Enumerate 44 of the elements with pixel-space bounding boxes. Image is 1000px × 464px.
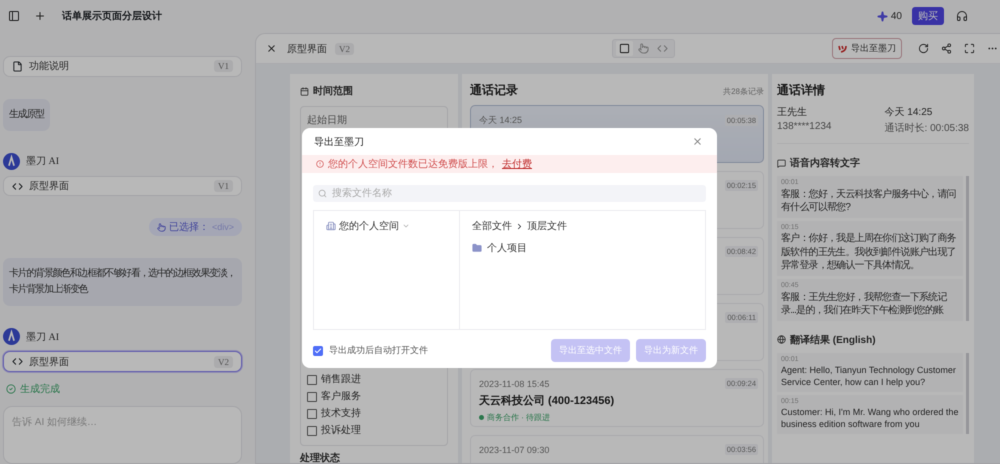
user-message: 生成原型 bbox=[3, 98, 50, 131]
preview-title: 原型界面 bbox=[287, 42, 327, 56]
message-text: 客户：你好，我是上周在你们这订购了商务版软件的王先生。我收到邮件说账户出现了异常登录，想确认一下具体情况。 bbox=[781, 232, 957, 273]
artifact-title: 原型界面 bbox=[29, 180, 70, 193]
call-time: 今天 14:25 bbox=[479, 114, 522, 127]
version-tag: V2 bbox=[214, 356, 233, 368]
checkbox-label: 投诉处理 bbox=[321, 425, 361, 437]
record-count: 共28条记录 bbox=[723, 86, 764, 97]
ai-name: 墨刀 AI bbox=[26, 330, 60, 344]
version-tag: V1 bbox=[214, 60, 233, 72]
checkbox-label: 销售跟进 bbox=[321, 374, 361, 386]
artifact-title: 功能说明 bbox=[29, 60, 70, 74]
user-message: 卡片的背景颜色和边框都不够好看，选中的边框效果变淡，卡片背景加上渐变色 bbox=[3, 258, 242, 306]
artifact-title: 原型界面 bbox=[29, 356, 70, 369]
status-text: 生成完成 bbox=[20, 382, 60, 396]
call-time: 今天 14:25 bbox=[884, 106, 934, 119]
call-tag: 商务合作 · 待跟进 bbox=[487, 412, 550, 423]
message-text: 客服：您好，天云科技客户服务中心，请问有什么可以帮您? bbox=[781, 188, 957, 215]
section-title: 翻译结果 (English) bbox=[790, 334, 876, 347]
section-title: 语音内容转文字 bbox=[790, 156, 860, 170]
start-date-label: 起始日期 bbox=[307, 114, 348, 127]
ai-name: 墨刀 AI bbox=[26, 155, 60, 168]
list-title: 通话记录 bbox=[470, 82, 518, 99]
caller-phone: 138****1234 bbox=[777, 121, 832, 132]
alert-banner: 您的个人空间文件数已达免费版上限， 去付费 bbox=[302, 155, 717, 173]
version-tag: V2 bbox=[335, 42, 354, 54]
dialog-title: 导出至墨刀 bbox=[314, 136, 364, 148]
checkbox-label: 客户服务 bbox=[321, 391, 361, 403]
checkbox-label: 技术支持 bbox=[321, 408, 361, 420]
call-time: 2023-11-07 09:30 bbox=[479, 444, 550, 454]
message-text: Agent: Hello, Tianyun Technology Customer Service Center, how can I help you? bbox=[781, 364, 957, 389]
message-text: Customer: Hi, I'm Mr. Wang who ordered the business edition software from you bbox=[781, 406, 959, 430]
filter-title: 时间范围 bbox=[313, 84, 353, 98]
message-text: 客服：王先生您好，我帮您查一下系统记录...是的，我们在昨天下午检测到您的账 bbox=[781, 290, 948, 318]
caller-name: 天云科技公司 (400-123456) bbox=[479, 394, 616, 408]
call-duration: 通话时长: 00:05:38 bbox=[884, 122, 969, 135]
project-title: 话单展示页面分层设计 bbox=[62, 10, 162, 23]
call-time: 2023-11-08 15:45 bbox=[479, 378, 550, 388]
credits-count: 40 bbox=[890, 10, 902, 22]
details-title: 通话详情 bbox=[777, 82, 826, 99]
caller-name: 王先生 bbox=[777, 106, 808, 119]
status-filter-title: 处理状态 bbox=[300, 452, 341, 463]
version-tag: V1 bbox=[214, 180, 233, 192]
checkbox-label: 导出成功后自动打开文件 bbox=[329, 344, 428, 357]
